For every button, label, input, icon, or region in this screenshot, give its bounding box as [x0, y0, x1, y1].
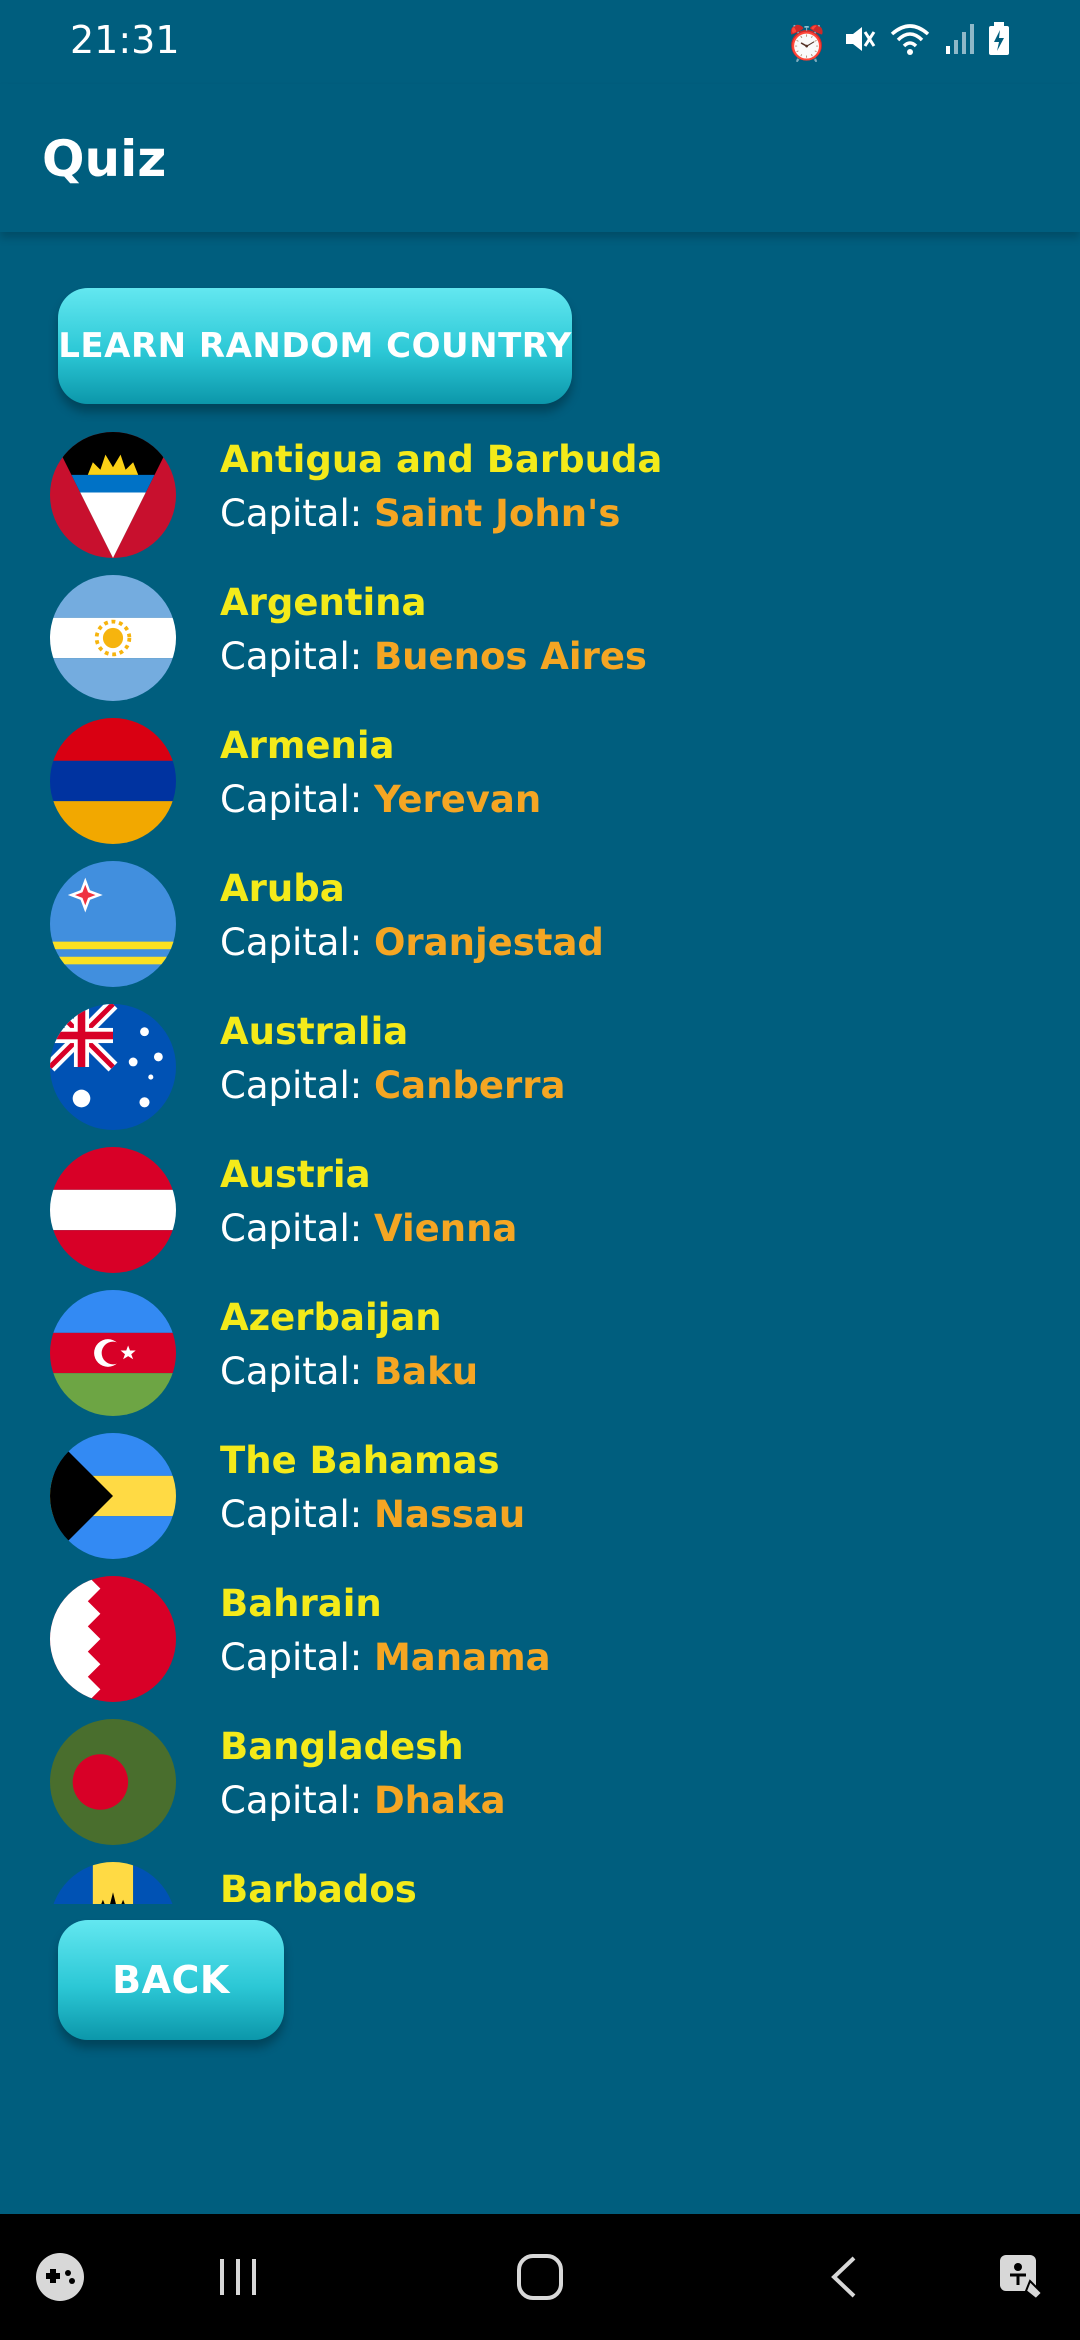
capital-label: Capital: — [220, 1064, 374, 1107]
flag-antigua-and-barbuda-icon — [50, 432, 176, 558]
battery-icon — [988, 22, 1010, 65]
list-item[interactable]: Aruba Capital: Oranjestad — [0, 857, 1080, 1000]
wifi-icon — [890, 22, 930, 65]
list-item[interactable]: Austria Capital: Vienna — [0, 1143, 1080, 1286]
capital-label: Capital: — [220, 1350, 374, 1393]
country-name: Barbados — [220, 1868, 417, 1904]
country-list[interactable]: Antigua and Barbuda Capital: Saint John'… — [0, 428, 1080, 1904]
home-icon[interactable] — [508, 2214, 572, 2340]
capital-line: Capital: Yerevan — [220, 778, 541, 821]
flag-bahrain-icon — [50, 1576, 176, 1702]
list-item[interactable]: Australia Capital: Canberra — [0, 1000, 1080, 1143]
game-launcher-icon[interactable] — [30, 2214, 90, 2340]
capital-line: Capital: Baku — [220, 1350, 478, 1393]
capital-label: Capital: — [220, 1493, 374, 1536]
flag-bangladesh-icon — [50, 1719, 176, 1845]
capital-value: Saint John's — [373, 492, 621, 535]
capital-value: Manama — [373, 1636, 551, 1679]
back-button[interactable]: BACK — [58, 1920, 284, 2040]
capital-label: Capital: — [220, 492, 374, 535]
flag-barbados-icon — [50, 1862, 176, 1904]
capital-label: Capital: — [220, 635, 374, 678]
flag-australia-icon — [50, 1004, 176, 1130]
list-item[interactable]: Argentina Capital: Buenos Aires — [0, 571, 1080, 714]
capital-value: Oranjestad — [373, 921, 604, 964]
status-icons: ⏰ — [786, 22, 1010, 65]
capital-label: Capital: — [220, 1779, 374, 1822]
status-time: 21:31 — [70, 18, 180, 62]
list-item[interactable]: Armenia Capital: Yerevan — [0, 714, 1080, 857]
country-name: Antigua and Barbuda — [220, 438, 663, 481]
flag-armenia-icon — [50, 718, 176, 844]
country-name: Azerbaijan — [220, 1296, 442, 1339]
app-bar: Quiz — [0, 84, 1080, 232]
list-item[interactable]: Bahrain Capital: Manama — [0, 1572, 1080, 1715]
capital-label: Capital: — [220, 778, 374, 821]
capital-value: Yerevan — [373, 778, 542, 821]
capital-value: Nassau — [373, 1493, 526, 1536]
flag-austria-icon — [50, 1147, 176, 1273]
capital-line: Capital: Buenos Aires — [220, 635, 647, 678]
learn-random-country-button[interactable]: LEARN RANDOM COUNTRY — [58, 288, 572, 404]
country-name: Argentina — [220, 581, 427, 624]
capital-line: Capital: Nassau — [220, 1493, 525, 1536]
capital-label: Capital: — [220, 1636, 374, 1679]
capital-line: Capital: Canberra — [220, 1064, 565, 1107]
back-icon[interactable] — [818, 2214, 868, 2340]
alarm-icon: ⏰ — [785, 23, 828, 64]
flag-azerbaijan-icon — [50, 1290, 176, 1416]
list-item[interactable]: Bangladesh Capital: Dhaka — [0, 1715, 1080, 1858]
country-name: Armenia — [220, 724, 395, 767]
country-name: Aruba — [220, 867, 345, 910]
capital-value: Baku — [373, 1350, 479, 1393]
page-title: Quiz — [42, 130, 167, 188]
capital-label: Capital: — [220, 1207, 374, 1250]
accessibility-icon[interactable] — [992, 2214, 1052, 2340]
capital-value: Canberra — [373, 1064, 566, 1107]
country-name: Austria — [220, 1153, 371, 1196]
capital-line: Capital: Manama — [220, 1636, 551, 1679]
recents-icon[interactable] — [208, 2214, 268, 2340]
country-name: Bangladesh — [220, 1725, 464, 1768]
capital-line: Capital: Vienna — [220, 1207, 517, 1250]
capital-line: Capital: Saint John's — [220, 492, 620, 535]
list-item[interactable]: The Bahamas Capital: Nassau — [0, 1429, 1080, 1572]
country-name: The Bahamas — [220, 1439, 500, 1482]
flag-argentina-icon — [50, 575, 176, 701]
capital-line: Capital: Oranjestad — [220, 921, 604, 964]
flag-aruba-icon — [50, 861, 176, 987]
status-bar: 21:31 ⏰ — [0, 0, 1080, 84]
list-item[interactable]: Antigua and Barbuda Capital: Saint John'… — [0, 428, 1080, 571]
list-item[interactable]: Azerbaijan Capital: Baku — [0, 1286, 1080, 1429]
country-name: Bahrain — [220, 1582, 382, 1625]
country-name: Australia — [220, 1010, 409, 1053]
flag-the-bahamas-icon — [50, 1433, 176, 1559]
capital-label: Capital: — [220, 921, 374, 964]
capital-line: Capital: Dhaka — [220, 1779, 506, 1822]
navigation-bar — [0, 2214, 1080, 2340]
signal-icon — [944, 22, 974, 65]
capital-value: Buenos Aires — [373, 635, 647, 678]
capital-value: Vienna — [373, 1207, 518, 1250]
capital-value: Dhaka — [373, 1779, 506, 1822]
list-item[interactable]: Barbados — [0, 1858, 1080, 1904]
mute-icon — [842, 22, 876, 65]
